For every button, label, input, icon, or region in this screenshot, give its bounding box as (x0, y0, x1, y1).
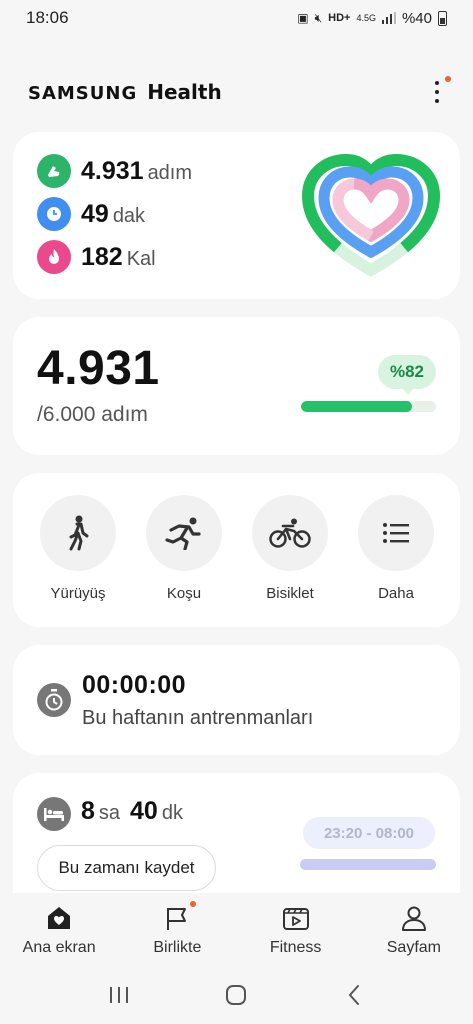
battery-icon (438, 10, 447, 26)
clock-icon (37, 197, 71, 231)
list-icon (358, 495, 434, 571)
activity-label-more: Daha (378, 585, 414, 602)
active-unit: dak (112, 204, 146, 227)
screenshot-icon: ▣ (297, 11, 309, 25)
nav-fitness[interactable]: Fitness (237, 893, 355, 966)
more-options-button[interactable] (425, 74, 451, 110)
steps-progress-fill (301, 401, 412, 412)
sleep-hours: 8 (81, 797, 95, 825)
nav-label-home: Ana ekran (22, 939, 96, 956)
activity-heart-rings (301, 152, 441, 282)
status-time: 18:06 (26, 8, 69, 27)
person-icon (401, 903, 427, 933)
steps-progress-bar (301, 401, 436, 412)
steps-percent-badge: %82 (378, 355, 436, 395)
hd-icon: HD+ (328, 12, 351, 24)
sleep-minutes-unit: dk (161, 802, 183, 824)
sleep-hours-unit: sa (98, 802, 121, 824)
workout-card[interactable]: 00:00:00 Bu haftanın antrenmanları (13, 645, 460, 755)
bottom-nav: Ana ekran Birlikte Fitness Sayfam (0, 893, 473, 966)
nav-home[interactable]: Ana ekran (0, 893, 118, 966)
activities-card: Yürüyüş Koşu Bisiklet Daha (13, 473, 460, 627)
active-time-stat: 49 dak (37, 197, 145, 231)
battery-percent: %40 (401, 9, 432, 27)
brand-samsung: SAMSUNG (28, 83, 138, 104)
steps-progress-card[interactable]: 4.931 /6.000 adım %82 (13, 317, 460, 455)
nav-label-profile: Sayfam (386, 939, 441, 956)
walking-icon (40, 495, 116, 571)
nav-label-fitness: Fitness (269, 939, 322, 956)
nav-profile[interactable]: Sayfam (355, 893, 473, 966)
activity-running[interactable]: Koşu (146, 495, 222, 602)
stopwatch-icon (37, 683, 71, 717)
nav-together[interactable]: Birlikte (118, 893, 236, 966)
steps-stat: 4.931 adım (37, 154, 192, 188)
workout-timer: 00:00:00 (82, 671, 187, 699)
activity-walking[interactable]: Yürüyüş (40, 495, 116, 602)
cycling-icon (252, 495, 328, 571)
status-bar: 18:06 ▣ 🔇︎ HD+ 4.5G %40 (0, 0, 473, 36)
network-label: 4.5G (356, 13, 376, 23)
calories-stat: 182 Kal (37, 240, 156, 274)
home-button[interactable] (216, 975, 256, 1015)
activity-label-running: Koşu (166, 585, 202, 602)
shoe-icon (37, 154, 71, 188)
activity-label-cycling: Bisiklet (266, 585, 314, 602)
home-icon (45, 903, 73, 933)
signal-icon (381, 12, 396, 24)
brand-health: Health (147, 80, 222, 104)
steps-goal: /6.000 adım (37, 403, 148, 426)
notification-dot (445, 76, 451, 82)
bed-icon (37, 797, 71, 831)
app-header: SAMSUNG Health (28, 72, 451, 112)
save-sleep-button[interactable]: Bu zamanı kaydet (37, 845, 216, 891)
back-chevron-icon (348, 985, 360, 1005)
app-logo: SAMSUNG Health (28, 80, 222, 104)
calories-unit: Kal (126, 247, 156, 270)
nav-badge-dot (190, 901, 197, 907)
system-nav-bar (0, 966, 473, 1024)
activity-more[interactable]: Daha (358, 495, 434, 602)
recent-apps-icon (109, 987, 128, 1003)
calories-value: 182 (81, 242, 123, 271)
recent-apps-button[interactable] (99, 975, 139, 1015)
flag-icon (164, 901, 197, 933)
nav-label-together: Birlikte (153, 939, 202, 956)
activity-label-walking: Yürüyüş (50, 585, 106, 602)
steps-unit: adım (147, 161, 193, 184)
workout-subtitle: Bu haftanın antrenmanları (82, 707, 314, 729)
sleep-bar (300, 859, 436, 870)
active-value: 49 (81, 199, 109, 228)
flame-icon (37, 240, 71, 274)
steps-count: 4.931 (37, 342, 160, 395)
play-video-icon (282, 903, 310, 933)
mute-icon: 🔇︎ (314, 10, 323, 25)
steps-value: 4.931 (81, 156, 144, 185)
activity-cycling[interactable]: Bisiklet (252, 495, 328, 602)
running-icon (146, 495, 222, 571)
sleep-duration: 8 sa 40 dk (81, 797, 189, 826)
daily-summary-card[interactable]: 4.931 adım 49 dak 182 Kal (13, 132, 460, 299)
more-dot-icon (435, 81, 439, 85)
home-circle-icon (226, 985, 247, 1005)
sleep-minutes: 40 (130, 797, 158, 825)
sleep-card[interactable]: 8 sa 40 dk 23:20 - 08:00 Bu zamanı kayde… (13, 773, 460, 903)
back-button[interactable] (334, 975, 374, 1015)
status-icons: ▣ 🔇︎ HD+ 4.5G %40 (297, 10, 447, 27)
sleep-time-range: 23:20 - 08:00 (303, 817, 435, 849)
